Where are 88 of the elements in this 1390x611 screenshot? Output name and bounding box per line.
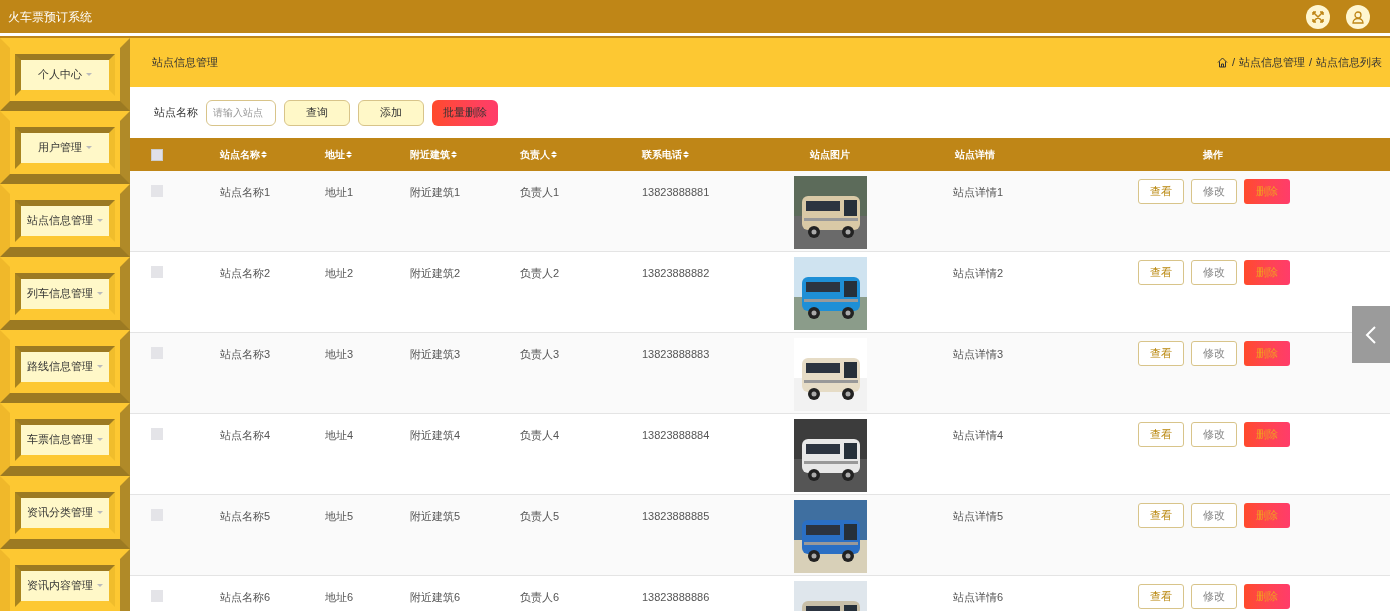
table-cell: 负责人6: [520, 591, 560, 603]
breadcrumb-separator: /: [1231, 55, 1235, 71]
action-button[interactable]: 修改: [1191, 179, 1237, 204]
column-header[interactable]: 地址: [325, 147, 352, 162]
table-cell: 站点详情6: [953, 591, 1004, 603]
action-button[interactable]: 查看: [1138, 584, 1184, 609]
table-cell: 13823888882: [642, 267, 710, 279]
table-cell: 附近建筑4: [410, 429, 461, 441]
table-cell: 13823888883: [642, 348, 710, 360]
table-cell: 13823888881: [642, 186, 710, 198]
action-button[interactable]: 查看: [1138, 260, 1184, 285]
table-cell: 站点名称3: [220, 348, 271, 360]
chevron-left-icon[interactable]: [1352, 306, 1390, 363]
breadcrumb-current: 站点信息列表: [1316, 55, 1382, 71]
action-button[interactable]: 修改: [1191, 503, 1237, 528]
table-cell: 附近建筑5: [410, 510, 461, 522]
table-cell: 站点名称1: [220, 186, 271, 198]
table-cell: 负责人1: [520, 186, 560, 198]
window-title: 火车票预订系统: [8, 8, 92, 26]
action-button[interactable]: 查看: [1138, 503, 1184, 528]
table-cell: 13823888884: [642, 429, 710, 441]
table-cell: 站点详情5: [953, 510, 1004, 522]
table-cell: 附近建筑2: [410, 267, 461, 279]
action-button[interactable]: 查看: [1138, 341, 1184, 366]
table-cell: 负责人3: [520, 348, 560, 360]
action-button[interactable]: 查看: [1138, 179, 1184, 204]
search-field[interactable]: 请输入站点: [206, 99, 276, 126]
toolbar-button[interactable]: 添加: [358, 99, 424, 126]
table-cell: 站点详情4: [953, 429, 1004, 441]
toolbar-button[interactable]: 批量删除: [432, 99, 498, 126]
table-cell: 负责人5: [520, 510, 560, 522]
sidebar-item[interactable]: 路线信息管理: [21, 351, 109, 382]
column-header: 站点图片: [810, 148, 850, 162]
table-cell: 站点名称2: [220, 267, 271, 279]
row-checkbox[interactable]: [151, 428, 163, 440]
table-cell: 地址6: [325, 591, 354, 603]
action-button[interactable]: 修改: [1191, 422, 1237, 447]
column-header[interactable]: 附近建筑: [410, 147, 457, 162]
table-cell: 站点名称6: [220, 591, 271, 603]
breadcrumb-link[interactable]: 站点信息管理: [1238, 54, 1305, 71]
sort-icon[interactable]: [261, 151, 267, 158]
row-checkbox[interactable]: [151, 590, 163, 602]
table-cell: 站点名称5: [220, 510, 271, 522]
page-title: 站点信息管理: [152, 55, 218, 71]
sidebar-item[interactable]: 资讯内容管理: [21, 570, 109, 601]
home-icon[interactable]: [1216, 57, 1228, 68]
sort-icon[interactable]: [551, 151, 557, 158]
table-cell: 站点详情1: [953, 186, 1004, 198]
table-cell: 站点详情2: [953, 267, 1004, 279]
table-cell: 附近建筑1: [410, 186, 461, 198]
sort-icon[interactable]: [346, 151, 352, 158]
action-button[interactable]: 查看: [1138, 422, 1184, 447]
table-cell: 地址5: [325, 510, 354, 522]
table-cell: 负责人4: [520, 429, 560, 441]
column-header[interactable]: 联系电话: [642, 147, 689, 162]
action-button[interactable]: 修改: [1191, 584, 1237, 609]
sort-icon[interactable]: [683, 151, 689, 158]
user-icon[interactable]: [1346, 4, 1370, 29]
fullscreen-icon[interactable]: [1306, 4, 1330, 29]
table-cell: 站点详情3: [953, 348, 1004, 360]
sort-icon[interactable]: [451, 151, 457, 158]
sidebar-item[interactable]: 资讯分类管理: [21, 497, 109, 528]
column-header[interactable]: 负责人: [520, 147, 557, 162]
field-label: 站点名称: [154, 105, 198, 121]
toolbar-button[interactable]: 查询: [284, 99, 350, 126]
column-header: 操作: [1203, 148, 1223, 162]
action-button[interactable]: 修改: [1191, 341, 1237, 366]
table-cell: 地址1: [325, 186, 354, 198]
sidebar-item[interactable]: 站点信息管理: [21, 205, 109, 236]
sidebar-item[interactable]: 个人中心: [21, 59, 109, 90]
table-cell: 负责人2: [520, 267, 560, 279]
table-cell: 附近建筑6: [410, 591, 461, 603]
breadcrumb-separator: /: [1308, 55, 1312, 71]
sidebar-item[interactable]: 列车信息管理: [21, 278, 109, 309]
column-header[interactable]: 站点名称: [220, 147, 267, 162]
table-cell: 地址3: [325, 348, 354, 360]
table-cell: 13823888885: [642, 510, 710, 522]
table-cell: 13823888886: [642, 591, 710, 603]
row-checkbox[interactable]: [151, 266, 163, 278]
sidebar-item[interactable]: 用户管理: [21, 132, 109, 163]
table-cell: 附近建筑3: [410, 348, 461, 360]
column-header: 站点详情: [955, 148, 995, 162]
action-button[interactable]: 修改: [1191, 260, 1237, 285]
sidebar-item[interactable]: 车票信息管理: [21, 424, 109, 455]
select-all-checkbox[interactable]: [151, 148, 163, 161]
table-cell: 站点名称4: [220, 429, 271, 441]
table-cell: 地址2: [325, 267, 354, 279]
table-cell: 地址4: [325, 429, 354, 441]
